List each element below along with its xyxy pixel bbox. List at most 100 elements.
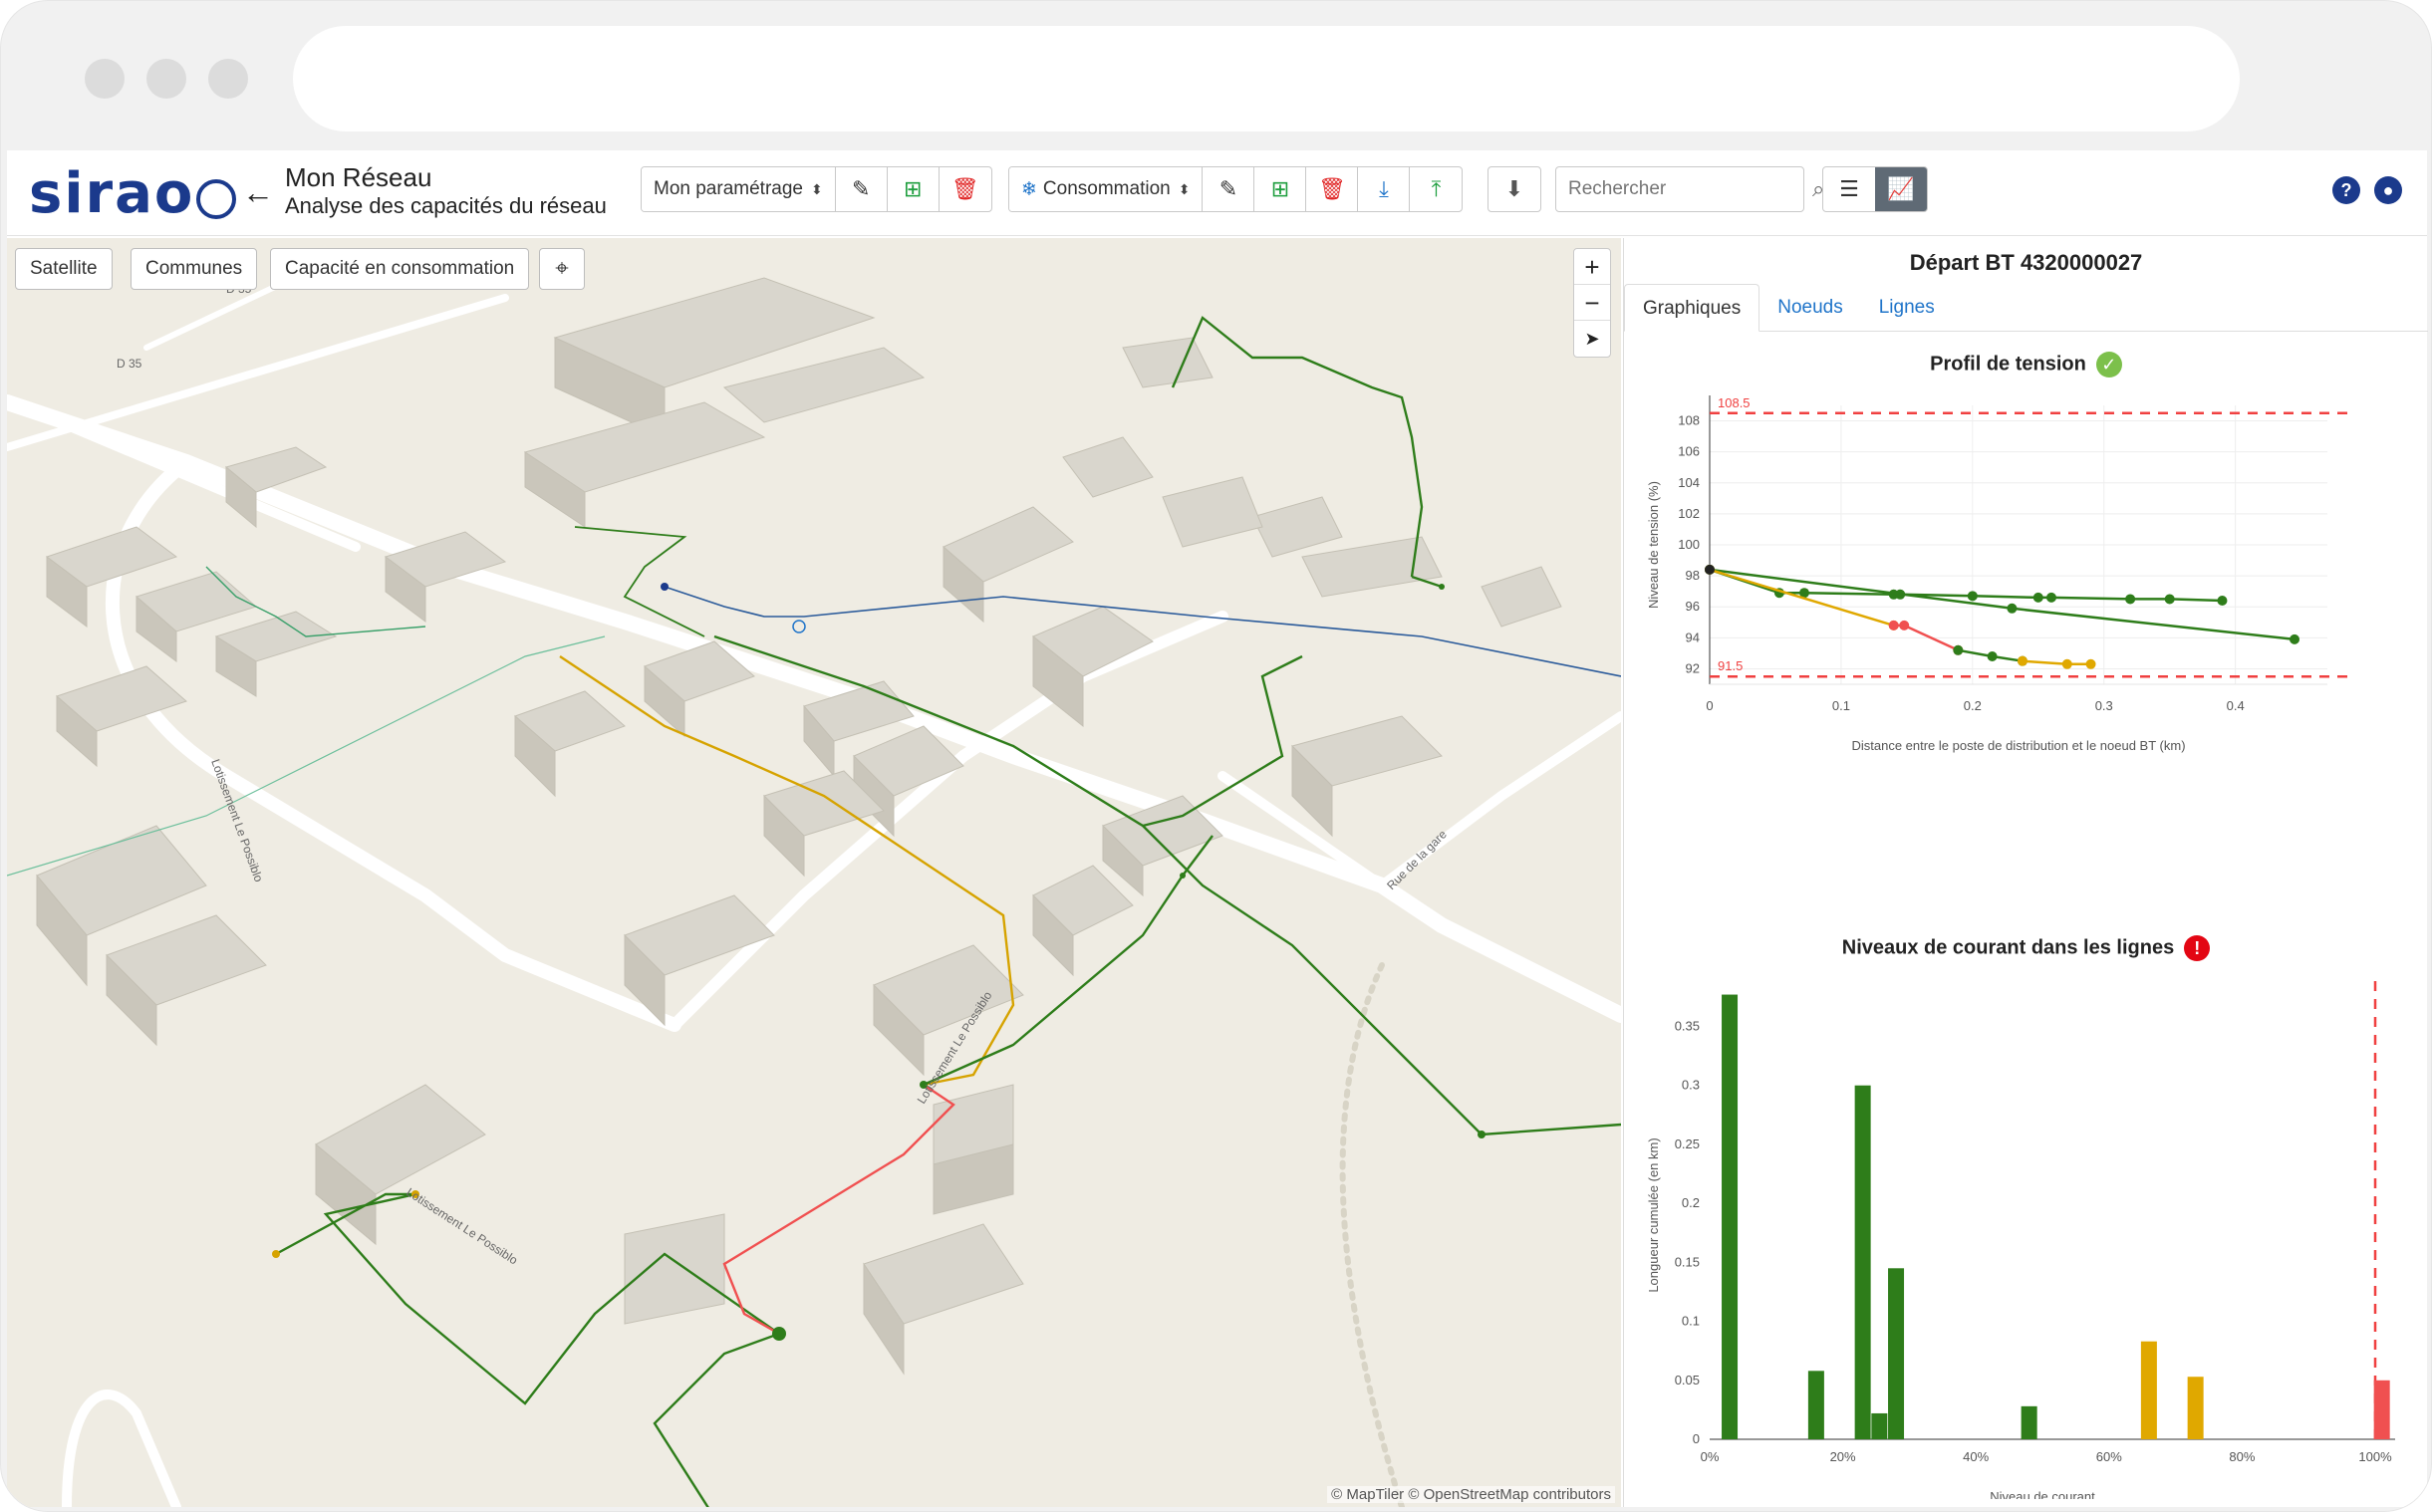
current-bar	[2140, 1341, 2157, 1439]
y-tick-label: 104	[1678, 475, 1700, 490]
delete-scenario-button[interactable]: 🗑	[1306, 167, 1359, 211]
y-tick-label: 0.1	[1682, 1314, 1700, 1329]
zoom-out-button[interactable]: −	[1574, 285, 1610, 321]
search-box: ⌕	[1555, 166, 1824, 212]
download-button[interactable]: ⤓	[1358, 167, 1411, 211]
communes-button[interactable]: Communes	[131, 248, 258, 290]
upload-icon: ⤒	[1431, 176, 1442, 201]
window-close-dot[interactable]	[85, 59, 125, 99]
y-tick-label: 98	[1686, 568, 1700, 583]
list-view-button[interactable]: ☰	[1823, 167, 1875, 211]
zoom-in-button[interactable]: +	[1574, 249, 1610, 285]
sirao-logo[interactable]: sirao	[29, 160, 237, 226]
voltage-series-line	[1709, 568, 2223, 603]
voltage-point	[2085, 658, 2096, 669]
analysis-panel: Départ BT 4320000027 Graphiques Noeuds L…	[1623, 238, 2428, 1507]
export-button[interactable]: ⬇	[1488, 167, 1540, 211]
tab-noeuds[interactable]: Noeuds	[1759, 284, 1861, 332]
satellite-button[interactable]: Satellite	[15, 248, 113, 290]
pencil-icon: ✎	[1218, 176, 1238, 201]
current-bar	[1888, 1268, 1905, 1439]
road-label-1: Lotissement Le Possiblo	[404, 1185, 520, 1268]
add-scenario-button[interactable]: ⊞	[1254, 167, 1307, 211]
x-tick-label: 80%	[2229, 1449, 2255, 1464]
address-bar[interactable]	[293, 26, 2240, 131]
help-icon[interactable]: ?	[2332, 176, 2360, 204]
check-circle-icon: ✓	[2095, 352, 2122, 378]
current-bar	[2373, 1380, 2390, 1439]
select-arrows-icon: ⬍	[810, 180, 823, 197]
map-canvas[interactable]: Lotissement Le Possiblo Lotissement Le P…	[7, 238, 1621, 1507]
app-header: sirao ← Mon Réseau Analyse des capacités…	[7, 150, 2427, 236]
road-label-4: Rue de la gare	[1384, 827, 1450, 892]
app-container: sirao ← Mon Réseau Analyse des capacités…	[7, 150, 2428, 1507]
x-tick-label: 0.2	[1964, 698, 1982, 713]
voltage-point	[2032, 592, 2043, 603]
x-tick-label: 0%	[1701, 1449, 1720, 1464]
current-bar	[1871, 1412, 1888, 1439]
x-tick-label: 60%	[2096, 1449, 2122, 1464]
voltage-point	[2045, 592, 2056, 603]
voltage-point	[2007, 603, 2018, 614]
capacity-button[interactable]: Capacité en consommation	[270, 248, 530, 290]
current-bar	[1722, 994, 1739, 1439]
y-tick-label: 0.35	[1675, 1019, 1700, 1034]
y-tick-label: 108	[1678, 413, 1700, 428]
page-titles: Mon Réseau Analyse des capacités du rése…	[285, 162, 607, 220]
chart-line-icon: 📈	[1887, 176, 1915, 201]
add-copy-icon: ⊞	[903, 176, 923, 201]
buildings	[36, 277, 1562, 1376]
logo-text: sirao	[29, 160, 195, 226]
voltage-chart-title-text: Profil de tension	[1930, 353, 2086, 376]
back-arrow-icon[interactable]: ←	[238, 172, 278, 212]
current-bar	[2021, 1405, 2037, 1439]
x-tick-label: 0.1	[1832, 698, 1850, 713]
chart-view-button[interactable]: 📈	[1875, 167, 1927, 211]
map-attribution: © MapTiler © OpenStreetMap contributors	[1327, 1486, 1615, 1503]
current-chart-title-text: Niveaux de courant dans les lignes	[1841, 936, 2175, 959]
window-minimize-dot[interactable]	[146, 59, 186, 99]
voltage-point	[2290, 633, 2300, 644]
roads	[7, 255, 1621, 1507]
voltage-point	[1888, 620, 1899, 630]
logo-badge-icon	[196, 179, 237, 219]
select-arrows-icon: ⬍	[1178, 180, 1191, 197]
voltage-point	[1953, 644, 1964, 655]
voltage-point	[1987, 651, 1998, 661]
search-input[interactable]	[1568, 178, 1812, 200]
voltage-point	[1967, 591, 1978, 602]
settings-select[interactable]: Mon paramétrage ⬍	[642, 167, 836, 211]
voltage-chart-title: Profil de tension ✓	[1624, 352, 2428, 378]
tab-graphiques[interactable]: Graphiques	[1624, 284, 1760, 332]
user-icon[interactable]: ●	[2374, 176, 2402, 204]
compass-icon[interactable]: ➤	[1574, 321, 1610, 357]
voltage-series-line	[2022, 659, 2091, 666]
y-tick-label: 92	[1686, 660, 1700, 675]
upload-button[interactable]: ⤒	[1410, 167, 1462, 211]
edit-scenario-button[interactable]: ✎	[1203, 167, 1255, 211]
trash-icon: 🗑	[1317, 176, 1346, 201]
add-settings-button[interactable]: ⊞	[888, 167, 940, 211]
x-tick-label: 0.3	[2095, 698, 2113, 713]
locate-button[interactable]: ⌖	[539, 248, 585, 290]
y-tick-label: 0.05	[1675, 1373, 1700, 1387]
tab-lignes[interactable]: Lignes	[1861, 284, 1953, 332]
settings-toolbar: Mon paramétrage ⬍ ✎ ⊞ 🗑	[641, 166, 992, 212]
delete-settings-button[interactable]: 🗑	[940, 167, 991, 211]
alert-circle-icon: !	[2184, 935, 2211, 961]
download-icon: ⤓	[1379, 176, 1389, 201]
current-levels-chart: 0 0.05 0.1 0.15 0.2 0.25 0.3 0.35 0% 20% 40% 60% 80%…	[1646, 981, 2395, 1499]
window-maximize-dot[interactable]	[208, 59, 248, 99]
map-view[interactable]: Lotissement Le Possiblo Lotissement Le P…	[7, 238, 1621, 1507]
page-title: Mon Réseau	[285, 162, 432, 192]
y-tick-label: 0.3	[1682, 1078, 1700, 1093]
snowflake-icon: ❄	[1021, 178, 1037, 200]
current-bar	[1807, 1371, 1824, 1439]
settings-select-value: Mon paramétrage	[654, 178, 803, 199]
y-tick-label: 102	[1678, 506, 1700, 521]
pencil-icon: ✎	[851, 176, 871, 201]
edit-settings-button[interactable]: ✎	[836, 167, 888, 211]
scenario-select[interactable]: ❄ Consommation ⬍	[1009, 167, 1204, 211]
add-copy-icon: ⊞	[1270, 176, 1290, 201]
page-subtitle: Analyse des capacités du réseau	[285, 193, 607, 218]
